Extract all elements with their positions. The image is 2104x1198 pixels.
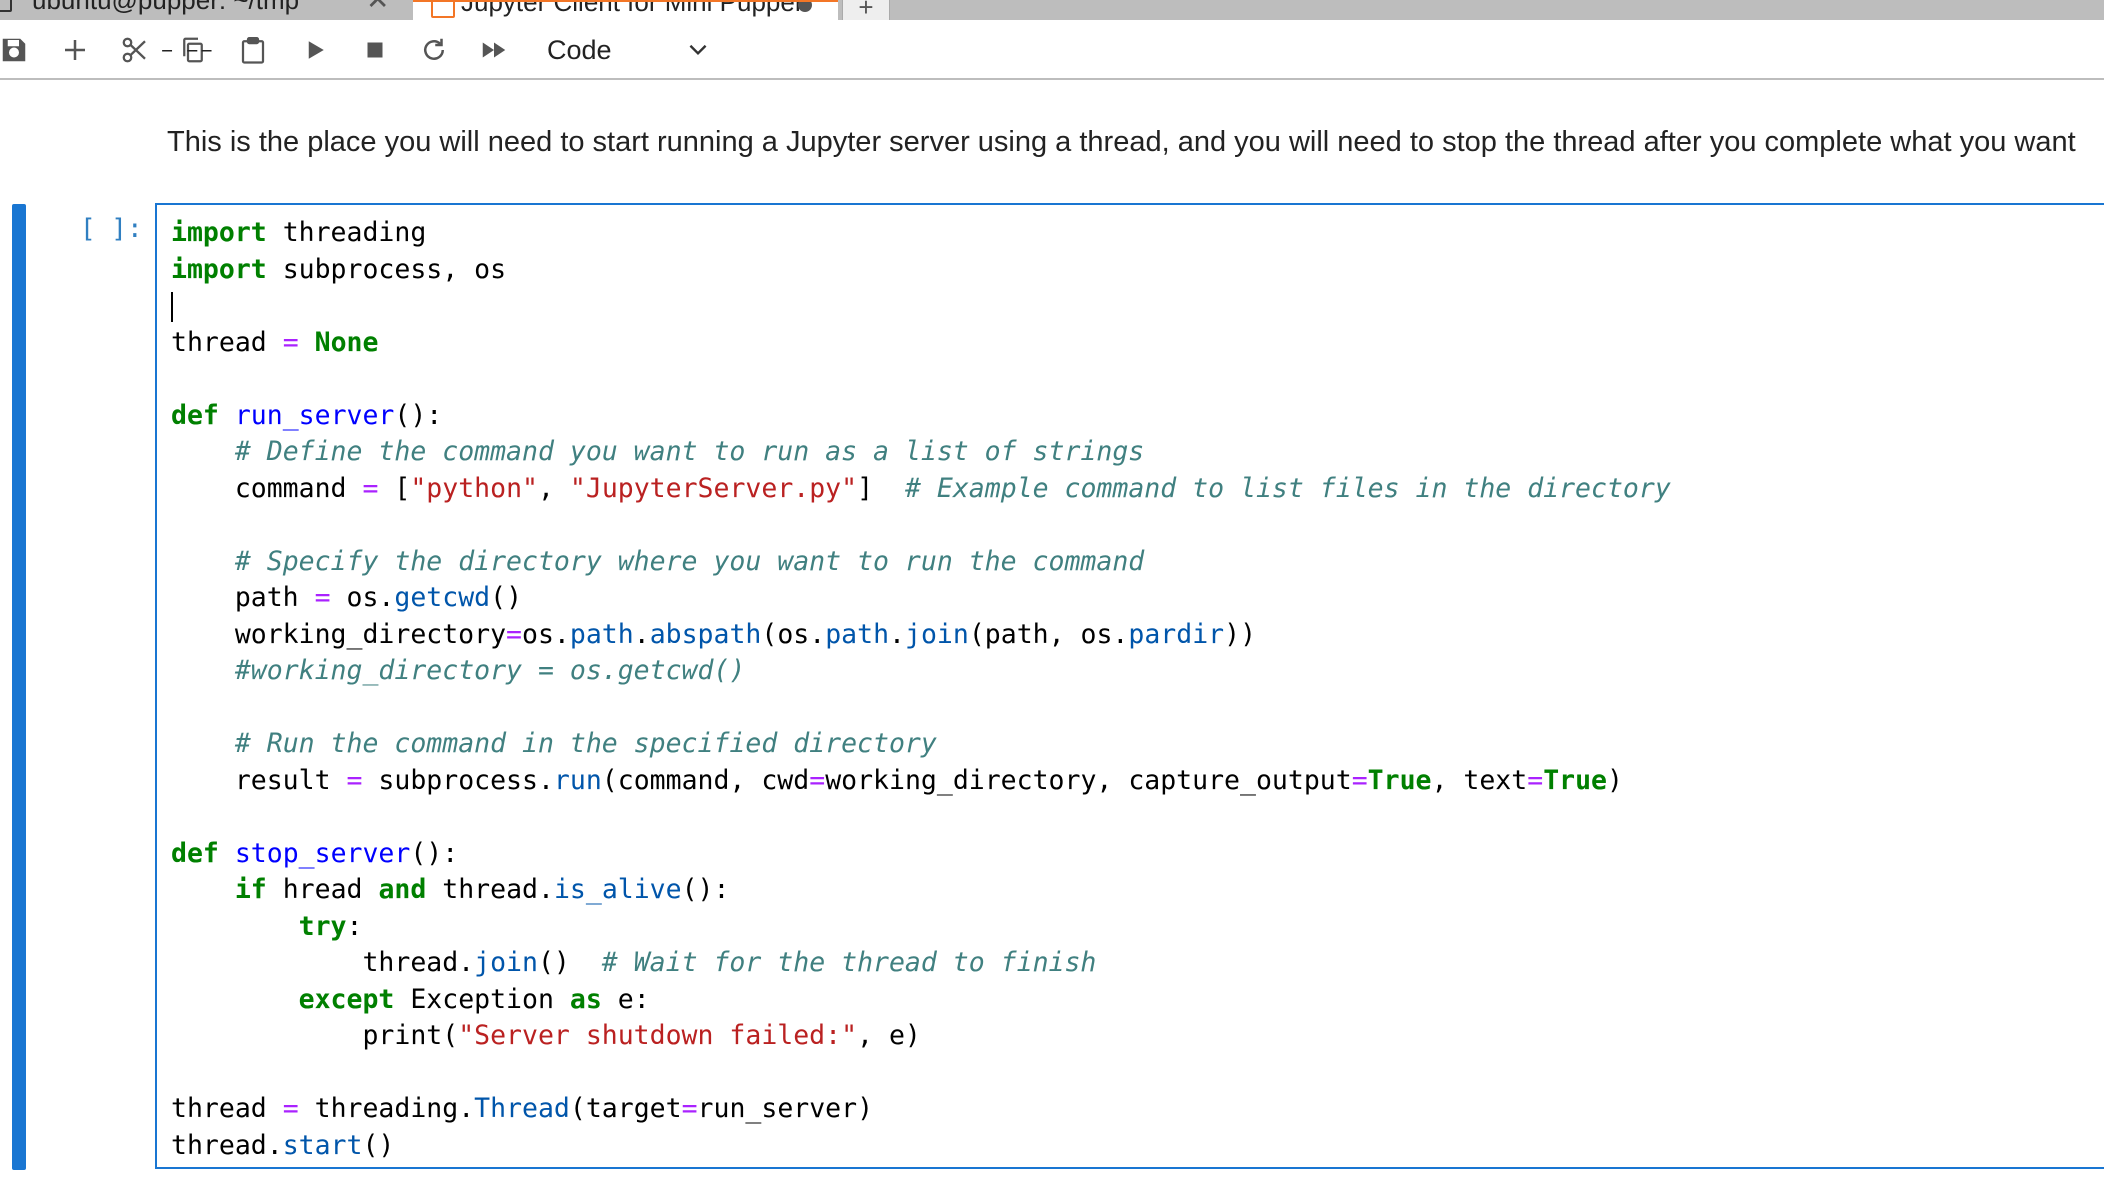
- code-content[interactable]: import threading import subprocess, os t…: [171, 215, 1671, 1164]
- run-all-button[interactable]: [474, 30, 514, 70]
- stop-button[interactable]: [355, 30, 395, 70]
- chevron-down-icon: [689, 44, 707, 56]
- add-cell-icon: [65, 40, 85, 60]
- cell-prompt: [ ]:: [80, 214, 143, 244]
- text-cursor: [171, 291, 173, 322]
- cell-type-select[interactable]: Code: [547, 32, 717, 68]
- markdown-heading-fragment: ▪ ▪▪: [160, 50, 214, 69]
- code-editor[interactable]: import threading import subprocess, os t…: [155, 203, 2104, 1169]
- markdown-description: This is the place you will need to start…: [167, 126, 2076, 158]
- terminal-icon: [0, 0, 12, 12]
- active-cell-indicator[interactable]: [12, 204, 26, 1170]
- tab-terminal[interactable]: ubuntu@pupper: ~/tmp ✕: [0, 0, 408, 20]
- cut-icon: [122, 37, 146, 63]
- restart-button[interactable]: [414, 30, 454, 70]
- run-all-icon: [482, 42, 506, 58]
- unsaved-dot-icon[interactable]: [798, 2, 812, 12]
- close-icon[interactable]: ✕: [366, 0, 389, 14]
- cut-button[interactable]: [115, 30, 155, 70]
- tab-label: Jupyter Client for Mini Pupper: [461, 0, 804, 17]
- save-button[interactable]: [0, 30, 34, 70]
- markdown-heading-clipped: ▪ ▪▪: [160, 50, 320, 80]
- new-tab-button[interactable]: +: [842, 0, 890, 20]
- add-cell-button[interactable]: [55, 30, 95, 70]
- save-icon: [2, 38, 26, 62]
- cell-type-value: Code: [547, 35, 612, 65]
- stop-icon: [367, 42, 383, 58]
- tab-bar: ubuntu@pupper: ~/tmp ✕ Jupyter Client fo…: [0, 0, 2104, 20]
- tab-label: ubuntu@pupper: ~/tmp: [32, 0, 300, 15]
- notebook-icon: [431, 2, 455, 18]
- restart-icon: [424, 38, 444, 60]
- tab-notebook[interactable]: Jupyter Client for Mini Pupper: [413, 0, 838, 20]
